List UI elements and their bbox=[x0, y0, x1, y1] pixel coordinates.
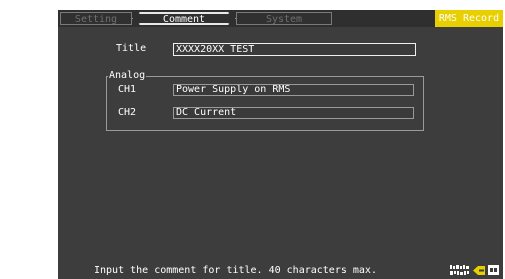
tab-bar: Setting Comment System RMS Record bbox=[58, 10, 503, 27]
ch2-comment-input[interactable]: DC Current bbox=[173, 107, 414, 119]
status-message: Input the comment for title. 40 characte… bbox=[94, 265, 377, 276]
screen: Setting Comment System RMS Record Title … bbox=[0, 0, 505, 279]
analog-group-label: Analog bbox=[108, 70, 147, 82]
memory-status-icon bbox=[450, 265, 469, 275]
key-lock-icon bbox=[473, 265, 485, 275]
tab-system[interactable]: System bbox=[236, 12, 332, 25]
title-label: Title bbox=[116, 43, 147, 54]
settings-panel: Setting Comment System RMS Record Title … bbox=[58, 10, 503, 279]
ch1-comment-input[interactable]: Power Supply on RMS bbox=[173, 84, 414, 96]
status-icons bbox=[450, 264, 499, 276]
ch2-label: CH2 bbox=[118, 107, 137, 118]
title-input[interactable]: XXXX20XX TEST bbox=[173, 43, 416, 56]
tab-setting[interactable]: Setting bbox=[60, 12, 132, 25]
rms-record-badge: RMS Record bbox=[435, 10, 503, 27]
cf-card-icon bbox=[488, 265, 499, 275]
tab-comment-label: Comment bbox=[162, 14, 206, 25]
ch1-label: CH1 bbox=[118, 84, 137, 95]
tab-comment[interactable]: Comment bbox=[132, 12, 236, 25]
